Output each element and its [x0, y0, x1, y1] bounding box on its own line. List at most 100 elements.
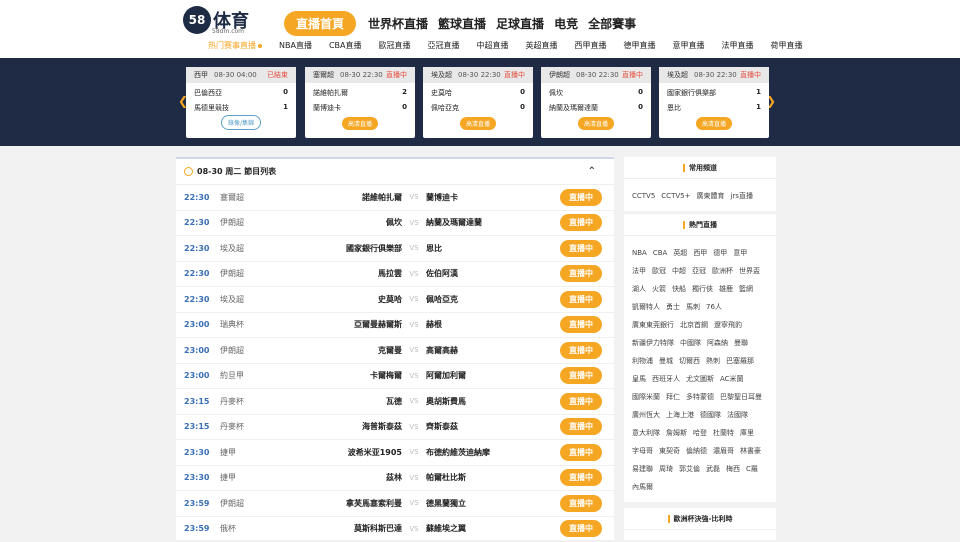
tag-link[interactable]: 英超 [673, 244, 687, 262]
tag-link[interactable]: 馬刺 [686, 298, 700, 316]
tag-link[interactable]: 詹姆斯 [666, 424, 687, 442]
tag-link[interactable]: 曼城 [659, 352, 673, 370]
sub-nav-epl[interactable]: 英超直播 [526, 40, 558, 51]
tag-link[interactable]: 歐洲杯 [712, 262, 733, 280]
tag-link[interactable]: 拜仁 [666, 388, 680, 406]
tag-link[interactable]: 雄鹿 [719, 280, 733, 298]
live-button[interactable]: 直播中 [560, 520, 602, 537]
live-card[interactable]: 埃及超 08-30 22:30 直播中 國家銀行俱樂部1 恩比1 高清直播 [659, 67, 769, 138]
tag-link[interactable]: 巴塞羅那 [726, 352, 754, 370]
tag-link[interactable]: 阿森納 [707, 334, 728, 352]
tag-link[interactable]: 周琦 [659, 460, 673, 478]
tag-link[interactable]: 湖人 [632, 280, 646, 298]
tag-link[interactable]: 哈登 [693, 424, 707, 442]
tag-link[interactable]: 歐冠 [652, 262, 666, 280]
tag-link[interactable]: 熱刺 [706, 352, 720, 370]
sub-nav-seriea[interactable]: 意甲直播 [673, 40, 705, 51]
sub-nav-hot[interactable]: 热门赛事直播 [208, 40, 262, 51]
tag-link[interactable]: CCTV5 [632, 187, 655, 205]
sub-nav-csl[interactable]: 中超直播 [477, 40, 509, 51]
tag-link[interactable]: 德國隊 [700, 406, 721, 424]
table-row[interactable]: 22:30埃及超史莫哈VS佩哈亞克直播中 [176, 287, 614, 313]
sub-nav-ucl[interactable]: 歐冠直播 [379, 40, 411, 51]
tag-link[interactable]: NBA [632, 244, 647, 262]
tag-link[interactable]: 新疆伊力特隊 [632, 334, 674, 352]
tag-link[interactable]: 多特蒙德 [686, 388, 714, 406]
away-team[interactable]: 恩比 [426, 243, 560, 254]
table-row[interactable]: 23:00伊朗超克爾曼VS高爾高赫直播中 [176, 338, 614, 364]
live-card[interactable]: 伊朗超 08-30 22:30 直播中 佩坎0 納蘭及瑪爾達蘭0 高清直播 [541, 67, 651, 138]
tag-link[interactable]: 獨行俠 [692, 280, 713, 298]
live-button[interactable]: 直播中 [560, 265, 602, 282]
home-team[interactable]: 拿芙馬塞索利曼 [316, 498, 402, 509]
table-row[interactable]: 23:59伊朗超拿芙馬塞索利曼VS德黑蘭獨立直播中 [176, 491, 614, 517]
card-replay-button[interactable]: 錄像/集錦 [221, 115, 261, 130]
tag-link[interactable]: 倫納德 [686, 442, 707, 460]
tag-link[interactable]: 東契奇 [659, 442, 680, 460]
sub-nav-nba[interactable]: NBA直播 [279, 40, 312, 51]
table-row[interactable]: 23:00瑞典杯亞爾曼赫爾斯VS赫根直播中 [176, 313, 614, 339]
tag-link[interactable]: 北京首鋼 [680, 316, 708, 334]
home-team[interactable]: 史莫哈 [316, 294, 402, 305]
tag-link[interactable]: 西班牙人 [652, 370, 680, 388]
away-team[interactable]: 布德約維茨迪納摩 [426, 447, 560, 458]
nav-home-button[interactable]: 直播首頁 [284, 11, 356, 36]
away-team[interactable]: 蘇維埃之翼 [426, 523, 560, 534]
tag-link[interactable]: 廣東體育 [696, 187, 724, 205]
home-team[interactable]: 卡爾梅爾 [316, 370, 402, 381]
home-team[interactable]: 茲林 [316, 472, 402, 483]
tag-link[interactable]: 巴黎聖日耳曼 [720, 388, 762, 406]
card-hd-live-button[interactable]: 高清直播 [696, 117, 732, 130]
away-team[interactable]: 佩哈亞克 [426, 294, 560, 305]
live-button[interactable]: 直播中 [560, 214, 602, 231]
tag-link[interactable]: 火箭 [652, 280, 666, 298]
tag-link[interactable]: 法甲 [632, 262, 646, 280]
tag-link[interactable]: 法國隊 [727, 406, 748, 424]
tag-link[interactable]: 武磊 [706, 460, 720, 478]
table-row[interactable]: 22:30伊朗超佩坎VS納蘭及瑪爾達蘭直播中 [176, 211, 614, 237]
live-button[interactable]: 直播中 [560, 418, 602, 435]
table-row[interactable]: 23:59俄杯莫斯科斯巴達VS蘇維埃之翼直播中 [176, 517, 614, 542]
tag-link[interactable]: 尤文圖斯 [686, 370, 714, 388]
table-row[interactable]: 23:15丹麥杯瓦德VS奧胡斯費馬直播中 [176, 389, 614, 415]
home-team[interactable]: 波希米亚1905 [316, 447, 402, 458]
live-button[interactable]: 直播中 [560, 469, 602, 486]
away-team[interactable]: 蘭博迪卡 [426, 192, 560, 203]
tag-link[interactable]: 郭艾倫 [679, 460, 700, 478]
tag-link[interactable]: 內馬爾 [632, 478, 653, 496]
live-button[interactable]: 直播中 [560, 291, 602, 308]
tag-link[interactable]: 中國隊 [680, 334, 701, 352]
tag-link[interactable]: 濃眉哥 [713, 442, 734, 460]
tag-link[interactable]: 西甲 [693, 244, 707, 262]
table-row[interactable]: 23:00約旦甲卡爾梅爾VS阿爾加利爾直播中 [176, 364, 614, 390]
tag-link[interactable]: 梅西 [726, 460, 740, 478]
away-team[interactable]: 阿爾加利爾 [426, 370, 560, 381]
sub-nav-cba[interactable]: CBA直播 [329, 40, 362, 51]
home-team[interactable]: 諾維帕扎爾 [316, 192, 402, 203]
sub-nav-acl[interactable]: 亞冠直播 [428, 40, 460, 51]
live-button[interactable]: 直播中 [560, 189, 602, 206]
nav-esports[interactable]: 电竞 [554, 15, 578, 32]
collapse-icon[interactable]: ⌃ [588, 166, 596, 177]
tag-link[interactable]: 世界盃 [739, 262, 760, 280]
live-button[interactable]: 直播中 [560, 342, 602, 359]
tag-link[interactable]: 籃網 [739, 280, 753, 298]
home-team[interactable]: 國家銀行俱樂部 [316, 243, 402, 254]
nav-all-events[interactable]: 全部賽事 [588, 15, 636, 32]
table-row[interactable]: 23:15丹麥杯海普斯泰茲VS齊斯泰茲直播中 [176, 415, 614, 441]
tag-link[interactable]: AC米蘭 [720, 370, 744, 388]
home-team[interactable]: 莫斯科斯巴達 [316, 523, 402, 534]
tag-link[interactable]: 國際米蘭 [632, 388, 660, 406]
live-button[interactable]: 直播中 [560, 316, 602, 333]
tag-link[interactable]: 意甲 [733, 244, 747, 262]
live-button[interactable]: 直播中 [560, 495, 602, 512]
tag-link[interactable]: 勇士 [666, 298, 680, 316]
live-card[interactable]: 埃及超 08-30 22:30 直播中 史莫哈0 佩哈亞克0 高清直播 [423, 67, 533, 138]
sub-nav-eredivisie[interactable]: 荷甲直播 [771, 40, 803, 51]
nav-football[interactable]: 足球直播 [496, 15, 544, 32]
away-team[interactable]: 佐伯阿漢 [426, 268, 560, 279]
nav-world-cup[interactable]: 世界杯直播 [368, 15, 428, 32]
tag-link[interactable]: 廣東東莞銀行 [632, 316, 674, 334]
tag-link[interactable]: 字母哥 [632, 442, 653, 460]
live-card[interactable]: 塞爾超 08-30 22:30 直播中 諾維帕扎爾2 蘭博迪卡0 高清直播 [305, 67, 415, 138]
